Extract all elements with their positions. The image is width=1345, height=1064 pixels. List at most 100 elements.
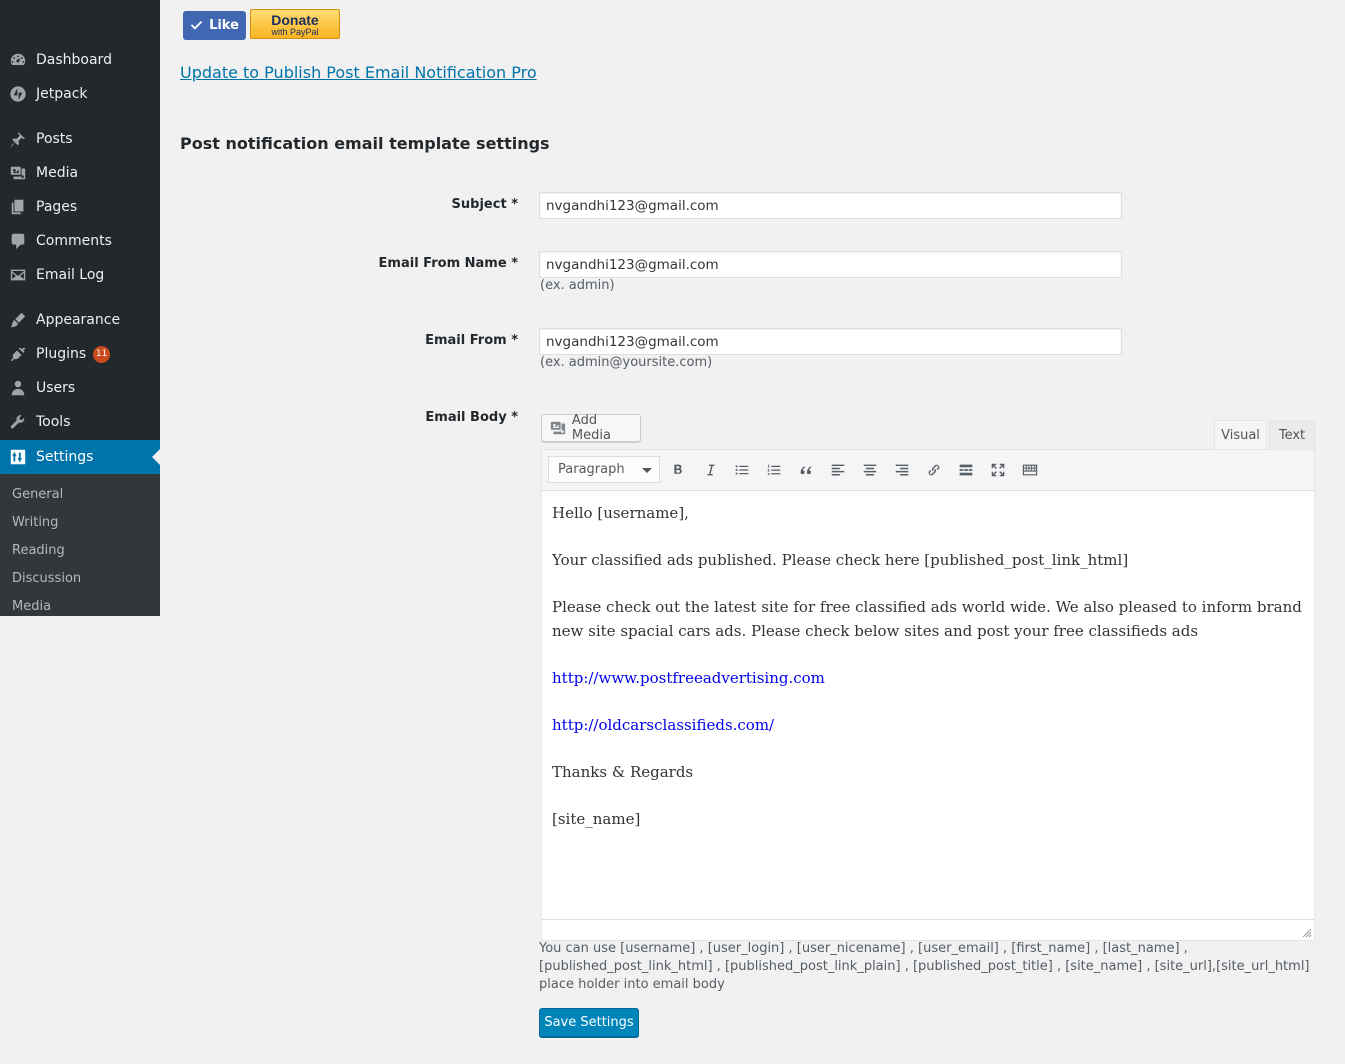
from-name-input[interactable]	[539, 251, 1122, 278]
sidebar-item-label: Plugins	[36, 346, 87, 362]
sidebar-item-pages[interactable]: Pages	[0, 190, 160, 224]
from-email-hint: (ex. admin@yoursite.com)	[540, 355, 713, 370]
submenu-item-discussion[interactable]: Discussion	[12, 571, 81, 586]
sidebar-item-label: Dashboard	[36, 52, 112, 68]
email-body-editor: Paragraph Hello [username], Your classif…	[541, 449, 1315, 941]
dashboard-icon	[9, 51, 27, 69]
subject-input[interactable]	[539, 192, 1122, 219]
sidebar-item-jetpack[interactable]: Jetpack	[0, 77, 160, 111]
submenu-item-general[interactable]: General	[12, 487, 63, 502]
sidebar-item-comments[interactable]: Comments	[0, 224, 160, 258]
signature-line: [site_name]	[552, 810, 641, 828]
envelope-icon	[9, 266, 27, 284]
sidebar-item-appearance[interactable]: Appearance	[0, 303, 160, 337]
bullet-list-icon	[735, 465, 749, 475]
checkmark-icon	[190, 20, 203, 30]
read-more-button[interactable]	[954, 459, 978, 481]
body-line-2: Please check out the latest site for fre…	[552, 598, 1302, 640]
like-label: Like	[209, 18, 239, 33]
sidebar-item-label: Appearance	[36, 312, 121, 328]
sidebar-item-label: Users	[36, 380, 76, 396]
plugins-update-badge: 11	[93, 345, 111, 363]
from-name-label: Email From Name *	[378, 256, 518, 271]
format-select[interactable]: Paragraph	[548, 456, 660, 483]
pushpin-icon	[9, 130, 27, 148]
format-select-value: Paragraph	[558, 462, 625, 477]
placeholder-help-text: You can use [username] , [user_login] , …	[539, 941, 1310, 992]
sidebar-item-plugins[interactable]: Plugins 11	[0, 337, 160, 371]
comment-icon	[9, 232, 27, 250]
submenu-item-media[interactable]: Media	[12, 599, 51, 614]
donate-sublabel: with PayPal	[271, 27, 319, 37]
media-icon	[550, 421, 566, 435]
submenu-item-reading[interactable]: Reading	[12, 543, 65, 558]
sidebar-item-label: Settings	[36, 449, 94, 465]
tab-visual[interactable]: Visual	[1214, 420, 1267, 449]
admin-sidebar: Dashboard Jetpack Posts Media Pages Comm…	[0, 0, 160, 616]
facebook-like-button[interactable]: Like	[183, 11, 246, 40]
sidebar-item-label: Email Log	[36, 267, 105, 283]
from-name-hint: (ex. admin)	[540, 278, 615, 293]
align-center-button[interactable]	[858, 459, 882, 481]
sidebar-item-dashboard[interactable]: Dashboard	[0, 43, 160, 77]
upgrade-pro-link[interactable]: Update to Publish Post Email Notificatio…	[180, 63, 537, 82]
numbered-list-icon	[767, 464, 781, 476]
pages-icon	[9, 198, 27, 216]
from-email-label: Email From *	[425, 333, 518, 348]
toolbar-toggle-button[interactable]	[1018, 459, 1042, 481]
italic-button[interactable]	[698, 459, 722, 481]
chevron-down-icon	[642, 468, 652, 478]
sidebar-item-posts[interactable]: Posts	[0, 122, 160, 156]
fullscreen-button[interactable]	[986, 459, 1010, 481]
sidebar-item-tools[interactable]: Tools	[0, 405, 160, 439]
sidebar-item-label: Comments	[36, 233, 112, 249]
wrench-icon	[9, 413, 27, 431]
blockquote-button[interactable]	[794, 459, 818, 481]
sidebar-item-label: Jetpack	[36, 86, 88, 102]
bold-icon	[674, 464, 682, 474]
link-icon	[928, 464, 940, 476]
sidebar-item-settings[interactable]: Settings	[0, 440, 160, 474]
align-left-button[interactable]	[826, 459, 850, 481]
sidebar-item-media[interactable]: Media	[0, 156, 160, 190]
align-right-button[interactable]	[890, 459, 914, 481]
align-left-icon	[831, 464, 845, 476]
resize-handle-icon[interactable]	[1302, 928, 1312, 938]
add-media-button[interactable]: Add Media	[541, 413, 641, 443]
subject-label: Subject *	[451, 197, 518, 212]
from-email-input[interactable]	[539, 328, 1122, 355]
sidebar-item-label: Posts	[36, 131, 73, 147]
paypal-donate-button[interactable]: Donate with PayPal	[250, 9, 340, 39]
fullscreen-icon	[991, 463, 1005, 477]
editor-toolbar: Paragraph	[542, 450, 1314, 491]
numbered-list-button[interactable]	[762, 459, 786, 481]
toolbar-toggle-icon	[1022, 464, 1038, 476]
section-title: Post notification email template setting…	[180, 134, 550, 153]
paintbrush-icon	[9, 311, 27, 329]
save-settings-button[interactable]: Save Settings	[539, 1008, 639, 1037]
sidebar-item-label: Pages	[36, 199, 78, 215]
sidebar-item-users[interactable]: Users	[0, 371, 160, 405]
body-link-postfreeadvertising[interactable]: http://www.postfreeadvertising.com	[552, 669, 825, 687]
submenu-item-writing[interactable]: Writing	[12, 515, 58, 530]
editor-content-area[interactable]: Hello [username], Your classified ads pu…	[542, 491, 1314, 919]
body-link-oldcarsclassifieds[interactable]: http://oldcarsclassifieds.com/	[552, 716, 774, 734]
bold-button[interactable]	[666, 459, 690, 481]
read-more-icon	[959, 464, 973, 476]
align-center-icon	[863, 464, 877, 476]
plugin-icon	[9, 345, 27, 363]
editor-status-bar	[542, 919, 1314, 940]
insert-link-button[interactable]	[922, 459, 946, 481]
settings-icon	[9, 448, 27, 466]
bullet-list-button[interactable]	[730, 459, 754, 481]
sidebar-item-label: Media	[36, 165, 79, 181]
email-body-label: Email Body *	[425, 410, 518, 425]
body-line-1: Your classified ads published. Please ch…	[552, 551, 1129, 569]
tab-text[interactable]: Text	[1269, 420, 1315, 449]
jetpack-icon	[9, 85, 27, 103]
sidebar-item-label: Tools	[36, 414, 71, 430]
closing-line: Thanks & Regards	[552, 763, 694, 781]
greeting-line: Hello [username],	[552, 504, 689, 522]
user-icon	[9, 379, 27, 397]
sidebar-item-email-log[interactable]: Email Log	[0, 258, 160, 292]
